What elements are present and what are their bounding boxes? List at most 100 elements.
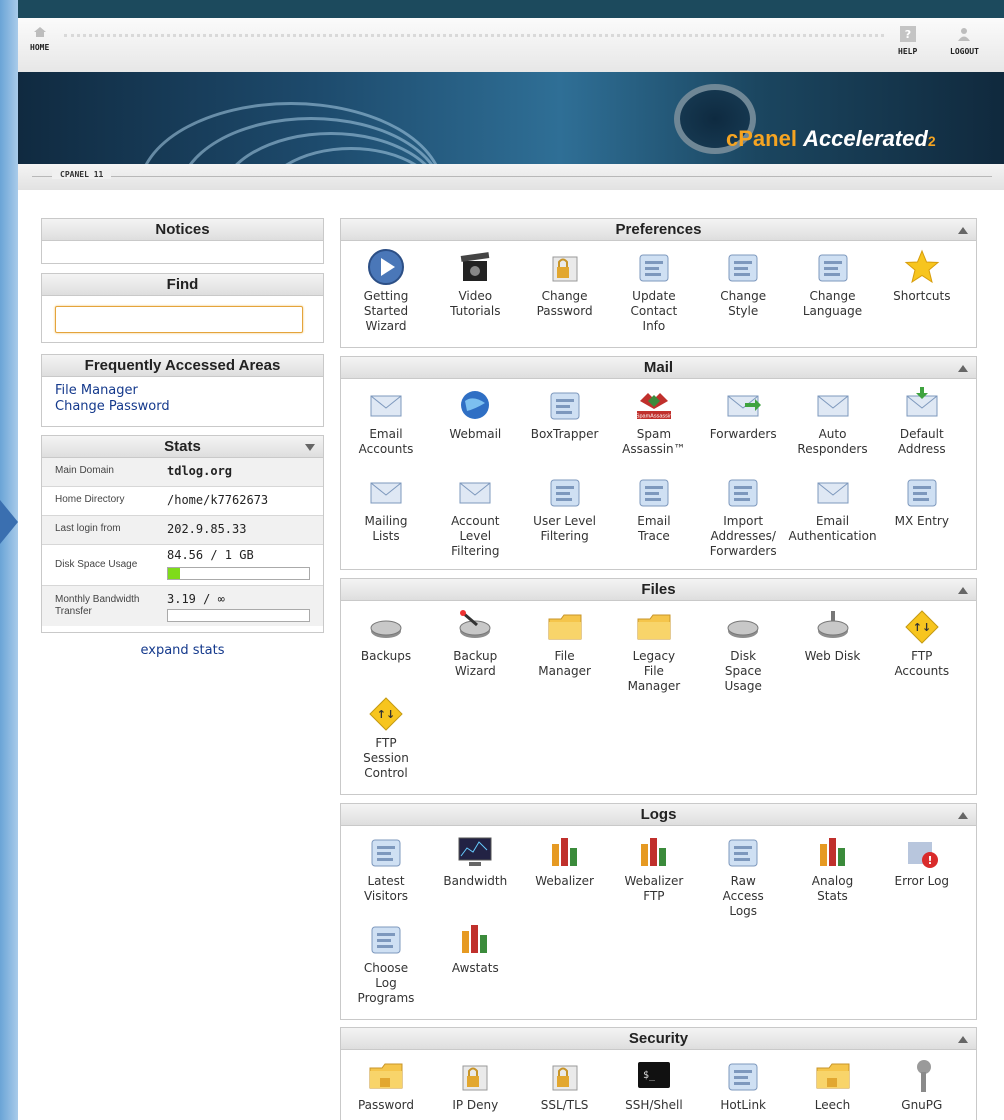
home-link[interactable]: HOME bbox=[30, 26, 49, 52]
icon-item-star[interactable]: Shortcuts bbox=[877, 247, 967, 304]
collapse-arrow-icon[interactable] bbox=[305, 444, 315, 451]
icon-item-analog-bars[interactable]: Analog Stats bbox=[788, 832, 878, 904]
icon-item-visitors[interactable]: Latest Visitors bbox=[341, 832, 431, 904]
icon-label: Spam Assassin™ bbox=[622, 427, 686, 456]
icon-item-clapper[interactable]: Video Tutorials bbox=[430, 247, 520, 319]
mailing-list-icon bbox=[366, 472, 406, 512]
icon-item-wand-disk[interactable]: Backup Wizard bbox=[430, 607, 520, 679]
collapse-arrow-icon[interactable] bbox=[958, 812, 968, 819]
collapse-arrow-icon[interactable] bbox=[958, 1036, 968, 1043]
icon-item-autoresponder[interactable]: Auto Responders bbox=[788, 385, 878, 457]
clapper-icon bbox=[455, 247, 495, 287]
logo-version: 2 bbox=[927, 133, 936, 149]
icon-item-network-disk[interactable]: Web Disk bbox=[788, 607, 878, 664]
raw-log-icon bbox=[723, 832, 763, 872]
mx-server-icon bbox=[902, 472, 942, 512]
icon-item-password-folder[interactable]: Password bbox=[341, 1056, 431, 1113]
icon-item-webalizer-ftp[interactable]: Webalizer FTP bbox=[609, 832, 699, 904]
icon-item-legacy-folder[interactable]: Legacy File Manager bbox=[609, 607, 699, 694]
icon-label: Change Password bbox=[536, 289, 593, 318]
section-title[interactable]: Logs bbox=[341, 804, 976, 826]
icon-item-disk[interactable]: Backups bbox=[341, 607, 431, 664]
folder-icon bbox=[545, 607, 585, 647]
icon-item-import-box[interactable]: Import Addresses/ Forwarders bbox=[698, 472, 788, 559]
icon-item-boxtrapper[interactable]: BoxTrapper bbox=[520, 385, 610, 442]
icon-item-forward-envelope[interactable]: Forwarders bbox=[698, 385, 788, 442]
icon-label: Import Addresses/ Forwarders bbox=[709, 514, 777, 558]
keys-icon bbox=[902, 1056, 942, 1096]
icon-item-hotlink-chain[interactable]: HotLink bbox=[698, 1056, 788, 1113]
stats-title[interactable]: Stats bbox=[42, 436, 323, 458]
stats-row: Disk Space Usage 84.56 / 1 GB bbox=[42, 545, 323, 586]
icon-item-ftp-session[interactable]: ↑↓ FTP Session Control bbox=[341, 694, 431, 781]
style-paint-icon bbox=[723, 247, 763, 287]
collapse-arrow-icon[interactable] bbox=[958, 227, 968, 234]
icon-item-awstats[interactable]: Awstats bbox=[430, 919, 520, 976]
icon-label: Webalizer bbox=[535, 874, 594, 888]
icon-item-ip-deny[interactable]: IP Deny bbox=[430, 1056, 520, 1113]
icon-item-default-address[interactable]: Default Address bbox=[877, 385, 967, 457]
left-edge-arrow-icon[interactable] bbox=[0, 500, 18, 544]
spamassassin-badge-text: SpamAssassin bbox=[636, 414, 672, 420]
star-icon bbox=[902, 247, 942, 287]
icon-item-disk-usage[interactable]: Disk Space Usage bbox=[698, 607, 788, 694]
icon-item-envelope[interactable]: Email Accounts bbox=[341, 385, 431, 457]
collapse-arrow-icon[interactable] bbox=[958, 587, 968, 594]
notices-box: Notices bbox=[41, 218, 324, 264]
stats-label: Disk Space Usage bbox=[55, 559, 138, 570]
email-auth-icon bbox=[813, 472, 853, 512]
icon-item-webmail-globe[interactable]: Webmail bbox=[430, 385, 520, 442]
icon-item-play[interactable]: Getting Started Wizard bbox=[341, 247, 431, 334]
contact-pad-icon bbox=[634, 247, 674, 287]
stats-label: Main Domain bbox=[55, 465, 114, 476]
icon-item-ftp[interactable]: ↑↓ FTP Accounts bbox=[877, 607, 967, 679]
icon-item-style-paint[interactable]: Change Style bbox=[698, 247, 788, 319]
breadcrumb-bar: CPANEL 11 bbox=[18, 164, 1004, 190]
bandwidth-bar bbox=[167, 609, 310, 622]
icon-item-mx-server[interactable]: MX Entry bbox=[877, 472, 967, 529]
icon-item-keys[interactable]: GnuPG bbox=[877, 1056, 967, 1113]
icon-item-filter-envelope[interactable]: Account Level Filtering bbox=[430, 472, 520, 559]
logout-link[interactable]: LOGOUT bbox=[950, 26, 979, 56]
icon-item-ssl[interactable]: SSL/TLS bbox=[520, 1056, 610, 1113]
icon-label: Account Level Filtering bbox=[451, 514, 500, 558]
section-title[interactable]: Security bbox=[341, 1028, 976, 1050]
icon-item-contact-pad[interactable]: Update Contact Info bbox=[609, 247, 699, 334]
logout-label: LOGOUT bbox=[950, 47, 979, 56]
icon-item-user-filter[interactable]: User Level Filtering bbox=[520, 472, 610, 544]
svg-text:?: ? bbox=[904, 28, 910, 41]
icon-item-folder[interactable]: File Manager bbox=[520, 607, 610, 679]
icon-item-terminal[interactable]: $_ SSH/Shell bbox=[609, 1056, 699, 1113]
icon-item-language[interactable]: Change Language bbox=[788, 247, 878, 319]
icon-item-email-trace[interactable]: Email Trace bbox=[609, 472, 699, 544]
ftp-session-icon: ↑↓ bbox=[366, 694, 406, 734]
icon-item-email-auth[interactable]: Email Authentication bbox=[788, 472, 878, 544]
icon-grid: Getting Started Wizard Video Tutorials Cha… bbox=[341, 241, 976, 333]
help-link[interactable]: ? HELP bbox=[898, 26, 917, 56]
icon-item-leech[interactable]: Leech bbox=[788, 1056, 878, 1113]
email-trace-icon bbox=[634, 472, 674, 512]
cpanel-page: HOME ? HELP LOGOUT cPanel Accelerated2 C… bbox=[18, 18, 1004, 1120]
disk-usage-bar bbox=[167, 567, 310, 580]
top-bar bbox=[18, 0, 1004, 18]
faa-link-change-password[interactable]: Change Password bbox=[42, 399, 323, 415]
icon-item-mailing-list[interactable]: Mailing Lists bbox=[341, 472, 431, 544]
find-input[interactable] bbox=[55, 306, 303, 333]
section-title[interactable]: Preferences bbox=[341, 219, 976, 241]
find-box: Find bbox=[41, 273, 324, 343]
icon-item-spamassassin[interactable]: SpamAssassin Spam Assassin™ bbox=[609, 385, 699, 457]
faa-link-file-manager[interactable]: File Manager bbox=[42, 383, 323, 399]
breadcrumb[interactable]: CPANEL 11 bbox=[52, 170, 112, 179]
icon-item-lock-password[interactable]: Change Password bbox=[520, 247, 610, 319]
section-title[interactable]: Mail bbox=[341, 357, 976, 379]
hotlink-chain-icon bbox=[723, 1056, 763, 1096]
expand-stats-link[interactable]: expand stats bbox=[41, 643, 324, 658]
icon-item-webalizer-bars[interactable]: Webalizer bbox=[520, 832, 610, 889]
icon-item-error-log[interactable]: ! Error Log bbox=[877, 832, 967, 889]
section-title[interactable]: Files bbox=[341, 579, 976, 601]
icon-item-bandwidth-monitor[interactable]: Bandwidth bbox=[430, 832, 520, 889]
icon-item-raw-log[interactable]: Raw Access Logs bbox=[698, 832, 788, 919]
collapse-arrow-icon[interactable] bbox=[958, 365, 968, 372]
icon-grid: Latest Visitors Bandwidth Webalizer Webaliz… bbox=[341, 826, 976, 1005]
icon-item-choose-log[interactable]: Choose Log Programs bbox=[341, 919, 431, 1006]
